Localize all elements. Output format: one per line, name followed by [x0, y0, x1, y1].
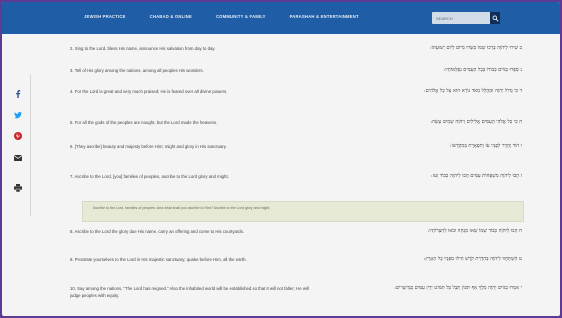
verse-hebrew: ב שִׁירוּ לַיהֹוָה בָּרְכוּ שְׁמוֹ בַּשְ…	[429, 45, 522, 51]
nav-item-community-family[interactable]: COMMUNITY & FAMILY	[216, 14, 266, 19]
verse-hebrew: ד כִּי גָדוֹל יְהֹוָה וּמְהֻלָּל מְאֹד נ…	[423, 88, 522, 94]
print-icon[interactable]	[14, 184, 22, 192]
twitter-icon[interactable]	[14, 111, 22, 119]
verse-english: 8. Ascribe to the Lord the glory due His…	[70, 229, 245, 234]
share-sidebar	[2, 74, 31, 216]
pinterest-icon[interactable]	[14, 132, 22, 140]
verse-english: 2. Sing to the Lord, bless His name, ann…	[70, 46, 216, 51]
browser-content: JEWISH PRACTICE CHABAD & ONLINE COMMUNIT…	[2, 2, 560, 316]
verse-english: 9. Prostrate yourselves to the Lord in H…	[70, 257, 247, 262]
verse-english: 4. For the Lord is great and very much p…	[70, 89, 228, 94]
facebook-icon[interactable]	[14, 90, 22, 98]
nav-item-jewish-practice[interactable]: JEWISH PRACTICE	[84, 14, 126, 19]
verse-english: 10. Say among the nations, "The Lord has…	[70, 286, 309, 298]
commentary-note: Ascribe to the Lord, families of peoples…	[82, 201, 524, 222]
verse-hebrew: ג סַפְּרוּ בַגּוֹיִם כְּבוֹדוֹ בְּכָל הָ…	[443, 67, 522, 73]
nav-item-parashah-entertainment[interactable]: PARASHAH & ENTERTAINMENT	[290, 14, 359, 19]
psalm-content: 2. Sing to the Lord, bless His name, ann…	[70, 35, 524, 315]
commentary-text: Ascribe to the Lord, families of peoples…	[93, 206, 271, 210]
search-box[interactable]: SEARCH	[432, 12, 500, 24]
verse-hebrew: ז הָבוּ לַיהֹוָה מִשְׁפְּחוֹת עַמִּים הָ…	[431, 173, 522, 179]
verse-english: 5. For all the gods of the peoples are n…	[70, 120, 218, 125]
verse-hebrew: ט הִשְׁתַּחֲווּ לַיהֹוָה בְּהַדְרַת קֹדֶ…	[423, 256, 522, 262]
top-navigation: JEWISH PRACTICE CHABAD & ONLINE COMMUNIT…	[2, 2, 560, 34]
search-button[interactable]	[490, 12, 500, 24]
nav-item-chabad-online[interactable]: CHABAD & ONLINE	[150, 14, 192, 19]
verse-english: 7. Ascribe to the Lord, [you] families o…	[70, 174, 229, 179]
verse-hebrew: ה כִּי כָּל אֱלֹהֵי הָעַמִּים אֱלִילִים …	[430, 119, 522, 125]
search-input[interactable]: SEARCH	[432, 16, 490, 21]
verse-english: 6. [They ascribe] beauty and majesty bef…	[70, 144, 227, 149]
verse-hebrew: ו הוֹד וְהָדָר לְפָנָיו עֹז וְתִפְאֶרֶת …	[449, 143, 522, 149]
verse-hebrew: ח הָבוּ לַיהֹוָה כְּבוֹד שְׁמוֹ שְׂאוּ מ…	[427, 228, 522, 234]
search-icon	[492, 15, 499, 22]
verse-hebrew: י אִמְרוּ בַגּוֹיִם יְהֹוָה מָלָךְ אַף ת…	[394, 285, 522, 291]
nav-menu: JEWISH PRACTICE CHABAD & ONLINE COMMUNIT…	[84, 14, 359, 19]
verse-english: 3. Tell of His glory among the nations, …	[70, 68, 204, 73]
email-icon[interactable]	[14, 154, 22, 162]
